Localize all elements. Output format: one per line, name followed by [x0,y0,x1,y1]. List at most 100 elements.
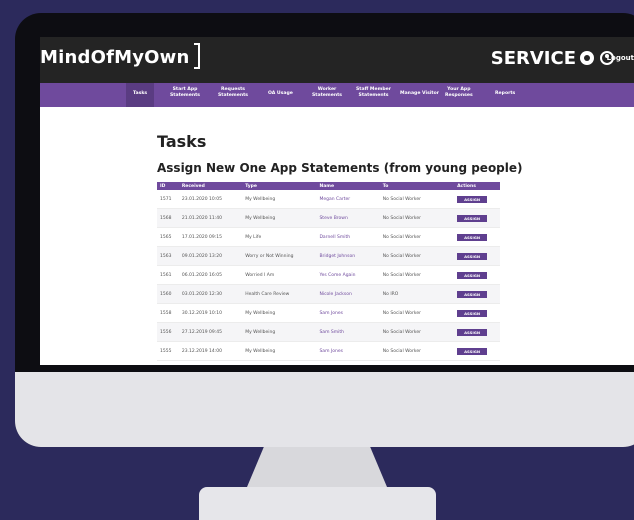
assign-button[interactable]: ASSIGN [457,271,488,279]
assign-button[interactable]: ASSIGN [457,347,488,355]
cell-name[interactable]: Sam Smith [316,322,380,342]
column-header-received: Received [178,182,243,190]
cell-received: 06.01.2020 16:05 [178,265,243,285]
column-header-to: To [379,182,455,190]
table-row: 1571 23.01.2020 10:05 My Wellbeing Megan Ca… [157,190,500,209]
cell-to: No Social Worker [379,265,455,285]
cell-type: My Wellbeing [242,208,317,228]
column-header-type: Type [242,182,317,190]
cell-received: 23.01.2020 10:05 [178,190,243,209]
service-label: SERVICE [490,48,576,69]
cell-id: 1556 [157,322,179,342]
cell-to: No IRO [379,284,455,304]
cell-type: Worried I Am [242,265,317,285]
column-header-actions: Actions [454,182,500,190]
cell-received: 27.12.2019 09:45 [178,322,243,342]
cell-id: 1565 [157,227,179,247]
cell-type: Worry or Not Winning [242,246,317,266]
cell-actions: ASSIGN [454,322,500,342]
monitor-chin [15,372,634,447]
assign-button[interactable]: ASSIGN [457,290,488,298]
cell-actions: ASSIGN [454,208,500,228]
cell-id: 1571 [157,190,179,209]
cell-actions: ASSIGN [454,190,500,209]
nav-tasks[interactable]: Tasks [133,91,147,97]
cell-id: 1563 [157,246,179,266]
nav-start-app-statements[interactable]: Start App Statements [170,87,200,99]
assign-button[interactable]: ASSIGN [457,309,488,317]
nav-requests-statements[interactable]: Requests Statements [218,87,248,99]
cell-name[interactable]: Nicole Jackson [316,284,380,304]
cell-id: 1561 [157,265,179,285]
cell-type: Health Care Review [242,284,317,304]
top-bar: MindOfMyOwn SERVICE Logout [40,37,634,83]
logo-text: MindOfMyOwn [40,47,190,68]
cell-id: 1560 [157,284,179,304]
logo[interactable]: MindOfMyOwn [40,43,200,71]
table-row: 1563 09.01.2020 13:20 Worry or Not Winning… [157,246,500,266]
table-row: 1558 30.12.2019 10:10 My Wellbeing Sam Jone… [157,303,500,323]
nav-staff-member-statements[interactable]: Staff Member Statements [356,87,391,99]
nav-oa-usage[interactable]: OA Usage [268,91,293,97]
nav-worker-statements[interactable]: Worker Statements [312,87,342,99]
table-row: 1560 03.01.2020 12:30 Health Care Review Ni… [157,284,500,304]
page-title: Tasks [157,132,207,151]
cell-received: 17.01.2020 09:15 [178,227,243,247]
cell-name[interactable]: Sam Jones [316,341,380,361]
table-body: 1571 23.01.2020 10:05 My Wellbeing Megan Ca… [157,190,500,361]
table-row: 1568 21.01.2020 11:40 My Wellbeing Steve Br… [157,208,500,228]
cell-to: No Social Worker [379,322,455,342]
table-row: 1561 06.01.2020 16:05 Worried I Am Yes Come… [157,265,500,285]
cell-to: No Social Worker [379,303,455,323]
cell-name[interactable]: Bridget Johnson [316,246,380,266]
logout-link[interactable]: Logout [607,54,634,62]
cell-actions: ASSIGN [454,227,500,247]
column-header-name: Name [316,182,380,190]
cell-name[interactable]: Darnell Smith [316,227,380,247]
cell-id: 1558 [157,303,179,323]
cell-actions: ASSIGN [454,341,500,361]
cell-to: No Social Worker [379,341,455,361]
main-nav: Tasks Start App Statements Requests Stat… [40,83,634,107]
cell-type: My Wellbeing [242,303,317,323]
monitor-stand-neck [247,447,387,487]
cell-actions: ASSIGN [454,246,500,266]
table-row: 1565 17.01.2020 09:15 My Life Darnell Smith… [157,227,500,247]
cell-received: 21.01.2020 11:40 [178,208,243,228]
cell-type: My Life [242,227,317,247]
assign-button[interactable]: ASSIGN [457,328,488,336]
statements-table: ID Received Type Name To Actions 1571 23.… [157,182,500,361]
table-row: 1556 27.12.2019 09:45 My Wellbeing Sam Smit… [157,322,500,342]
app-screen: MindOfMyOwn SERVICE Logout Tasks Start A… [40,37,634,365]
cell-name[interactable]: Yes Come Again [316,265,380,285]
nav-reports[interactable]: Reports [495,91,515,97]
table-header-row: ID Received Type Name To Actions [157,182,500,190]
gear-icon[interactable] [580,51,594,65]
cell-type: My Wellbeing [242,341,317,361]
cell-to: No Social Worker [379,190,455,209]
assign-button[interactable]: ASSIGN [457,233,488,241]
nav-manage-visitor[interactable]: Manage Visitor [400,91,439,97]
cell-received: 03.01.2020 12:30 [178,284,243,304]
cell-received: 09.01.2020 13:20 [178,246,243,266]
nav-your-app-responses[interactable]: Your App Responses [445,87,473,99]
cell-received: 23.12.2019 14:00 [178,341,243,361]
cell-actions: ASSIGN [454,284,500,304]
column-header-id: ID [157,182,179,190]
cell-to: No Social Worker [379,208,455,228]
section-title: Assign New One App Statements (from youn… [157,161,523,175]
cell-type: My Wellbeing [242,190,317,209]
cell-name[interactable]: Steve Brown [316,208,380,228]
cell-name[interactable]: Megan Carter [316,190,380,209]
logo-bracket-icon [193,43,200,69]
cell-actions: ASSIGN [454,303,500,323]
cell-type: My Wellbeing [242,322,317,342]
assign-button[interactable]: ASSIGN [457,214,488,222]
cell-name[interactable]: Sam Jones [316,303,380,323]
cell-to: No Social Worker [379,246,455,266]
table-row: 1555 23.12.2019 14:00 My Wellbeing Sam Jone… [157,341,500,361]
assign-button[interactable]: ASSIGN [457,195,488,203]
assign-button[interactable]: ASSIGN [457,252,488,260]
cell-to: No Social Worker [379,227,455,247]
cell-id: 1568 [157,208,179,228]
